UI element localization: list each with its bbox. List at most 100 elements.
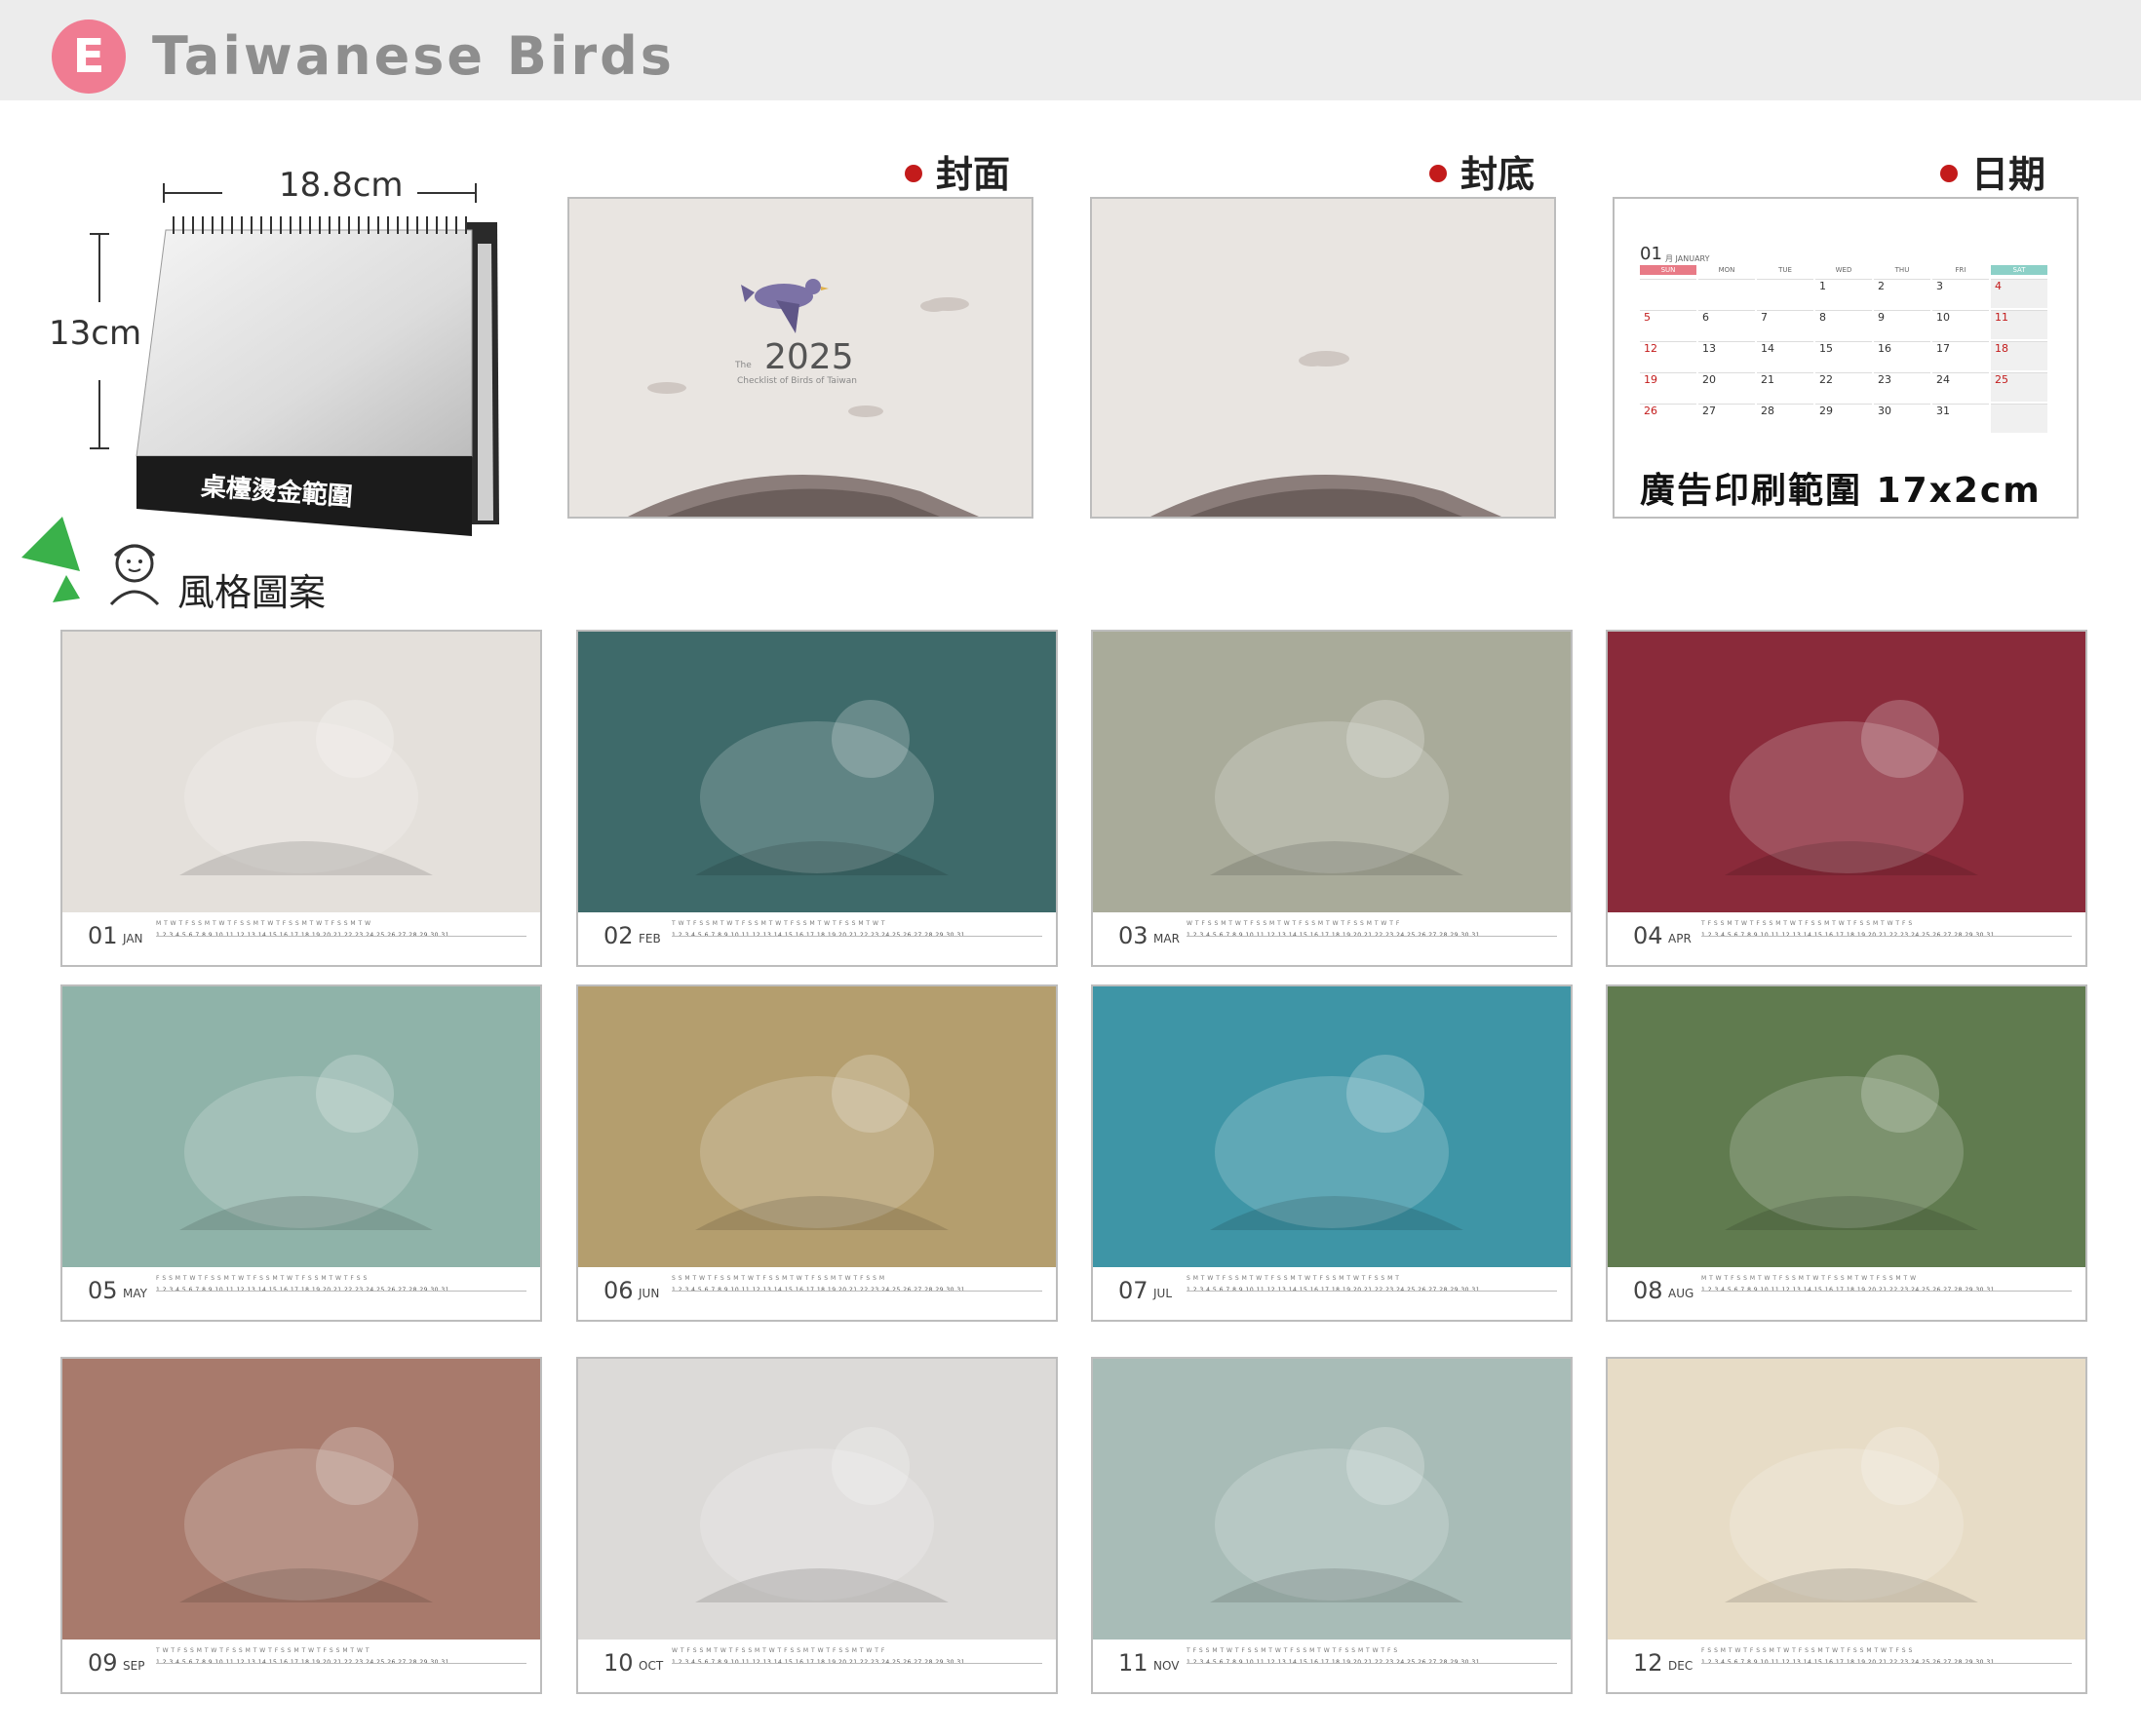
red-dot-icon <box>1429 164 1447 182</box>
green-triangle-icon <box>21 517 80 602</box>
date-label: 日期 <box>1940 144 2045 198</box>
width-dimension-label: 18.8cm <box>279 166 404 205</box>
month-number: 03 <box>1118 922 1148 949</box>
bird-illustration <box>1608 632 2085 914</box>
calendar-date-cell <box>1698 279 1755 308</box>
calendar-date-cell: 20 <box>1698 372 1755 402</box>
calendar-month-number: 01 <box>1640 244 1662 264</box>
month-divider <box>1701 1663 2072 1664</box>
month-card-jan: 01 JAN M T W T F S S M T W T F S S M T W T… <box>60 630 542 967</box>
calendar-date-cell: 12 <box>1640 341 1696 370</box>
month-card-jul: 07 JUL S M T W T F S S M T W T F S S M T W… <box>1091 984 1573 1322</box>
month-card-sep: 09 SEP T W T F S S M T W T F S S M T W T F… <box>60 1357 542 1694</box>
calendar-date-cell: 25 <box>1991 372 2047 402</box>
month-divider <box>1701 936 2072 937</box>
month-abbr: FEB <box>639 932 661 945</box>
month-abbr: SEP <box>123 1659 145 1673</box>
month-footer: 12 DEC F S S M T W T F S S M T W T F S S M… <box>1608 1640 2085 1692</box>
bird-illustration <box>578 986 1056 1269</box>
calendar-date-cell: 10 <box>1932 310 1989 339</box>
month-card-oct: 10 OCT W T F S S M T W T F S S M T W T F S… <box>576 1357 1058 1694</box>
bird-illustration <box>578 1359 1056 1641</box>
month-card-nov: 11 NOV T F S S M T W T F S S M T W T F S S… <box>1091 1357 1573 1694</box>
calendar-date-cell <box>1757 279 1813 308</box>
month-divider <box>156 1291 526 1292</box>
calendar-date-cell: 27 <box>1698 404 1755 433</box>
month-abbr: APR <box>1668 932 1692 945</box>
calendar-day-header: TUE <box>1778 266 1792 274</box>
back-cover-card <box>1090 197 1556 519</box>
month-number: 05 <box>88 1277 118 1304</box>
month-number: 06 <box>603 1277 634 1304</box>
month-card-jun: 06 JUN S S M T W T F S S M T W T F S S M T… <box>576 984 1058 1322</box>
calendar-date-cell: 18 <box>1991 341 2047 370</box>
month-divider <box>156 1663 526 1664</box>
month-card-mar: 03 MAR W T F S S M T W T F S S M T W T F S… <box>1091 630 1573 967</box>
calendar-date-cell: 5 <box>1640 310 1696 339</box>
month-divider <box>1701 1291 2072 1292</box>
month-footer: 11 NOV T F S S M T W T F S S M T W T F S S… <box>1093 1640 1571 1692</box>
bird-illustration <box>62 1359 540 1641</box>
back-label: 封底 <box>1429 144 1535 198</box>
month-number: 10 <box>603 1649 634 1677</box>
month-number: 04 <box>1633 922 1663 949</box>
bird-illustration <box>1093 986 1571 1269</box>
calendar-date-cell: 6 <box>1698 310 1755 339</box>
month-number: 11 <box>1118 1649 1148 1677</box>
calendar-day-header: FRI <box>1955 266 1966 274</box>
month-footer: 07 JUL S M T W T F S S M T W T F S S M T W… <box>1093 1267 1571 1320</box>
bird-illustration <box>578 632 1056 914</box>
calendar-date-cell: 28 <box>1757 404 1813 433</box>
calendar-date-cell <box>1991 404 2047 433</box>
month-abbr: JUL <box>1153 1287 1173 1300</box>
month-abbr: NOV <box>1153 1659 1180 1673</box>
calendar-date-cell: 7 <box>1757 310 1813 339</box>
month-abbr: MAY <box>123 1287 147 1300</box>
calendar-date-cell: 11 <box>1991 310 2047 339</box>
calendar-day-header: SAT <box>1991 265 2047 275</box>
calendar-day-header: WED <box>1835 266 1852 274</box>
month-divider <box>672 936 1042 937</box>
month-abbr: DEC <box>1668 1659 1693 1673</box>
month-number: 09 <box>88 1649 118 1677</box>
calendar-day-header: SUN <box>1640 265 1696 275</box>
page-title: Taiwanese Birds <box>152 25 675 87</box>
calendar-date-cell: 2 <box>1874 279 1930 308</box>
calendar-date-cell: 15 <box>1815 341 1872 370</box>
calendar-date-cell: 30 <box>1874 404 1930 433</box>
month-divider <box>672 1291 1042 1292</box>
calendar-day-header: MON <box>1718 266 1735 274</box>
month-number: 12 <box>1633 1649 1663 1677</box>
calendar-date-cell: 31 <box>1932 404 1989 433</box>
month-number: 01 <box>88 922 118 949</box>
month-footer: 03 MAR W T F S S M T W T F S S M T W T F S… <box>1093 912 1571 965</box>
month-number: 02 <box>603 922 634 949</box>
calendar-date-cell: 23 <box>1874 372 1930 402</box>
month-card-aug: 08 AUG M T W T F S S M T W T F S S M T W T… <box>1606 984 2087 1322</box>
bird-illustration <box>1093 632 1571 914</box>
month-card-feb: 02 FEB T W T F S S M T W T F S S M T W T F… <box>576 630 1058 967</box>
month-footer: 05 MAY F S S M T W T F S S M T W T F S S M… <box>62 1267 540 1320</box>
month-footer: 01 JAN M T W T F S S M T W T F S S M T W T… <box>62 912 540 965</box>
bird-illustration <box>1093 1359 1571 1641</box>
ad-print-range-label: 廣告印刷範圍 17x2cm <box>1640 471 2042 511</box>
month-footer: 02 FEB T W T F S S M T W T F S S M T W T F… <box>578 912 1056 965</box>
cover-subtitle: Checklist of Birds of Taiwan <box>737 376 857 386</box>
month-card-dec: 12 DEC F S S M T W T F S S M T W T F S S M… <box>1606 1357 2087 1694</box>
calendar-month-name: 月 JANUARY <box>1665 254 1710 263</box>
calendar-date-cell: 24 <box>1932 372 1989 402</box>
calendar-date-cell: 9 <box>1874 310 1930 339</box>
red-dot-icon <box>1940 164 1958 182</box>
bird-illustration <box>1608 986 2085 1269</box>
calendar-date-cell: 13 <box>1698 341 1755 370</box>
month-abbr: JUN <box>639 1287 660 1300</box>
section-badge: E <box>52 19 126 94</box>
calendar-date-cell <box>1640 279 1696 308</box>
back-cover-illustration <box>1150 351 1501 517</box>
calendar-date-cell: 8 <box>1815 310 1872 339</box>
month-divider <box>1187 1291 1557 1292</box>
month-divider <box>156 936 526 937</box>
calendar-grid: SUN MON TUE WED THU FRI SAT 1 2 3 4 5 6 7 8 9 10 11 12 13 14… <box>1640 265 2051 450</box>
bird-illustration <box>62 986 540 1269</box>
month-divider <box>1187 936 1557 937</box>
